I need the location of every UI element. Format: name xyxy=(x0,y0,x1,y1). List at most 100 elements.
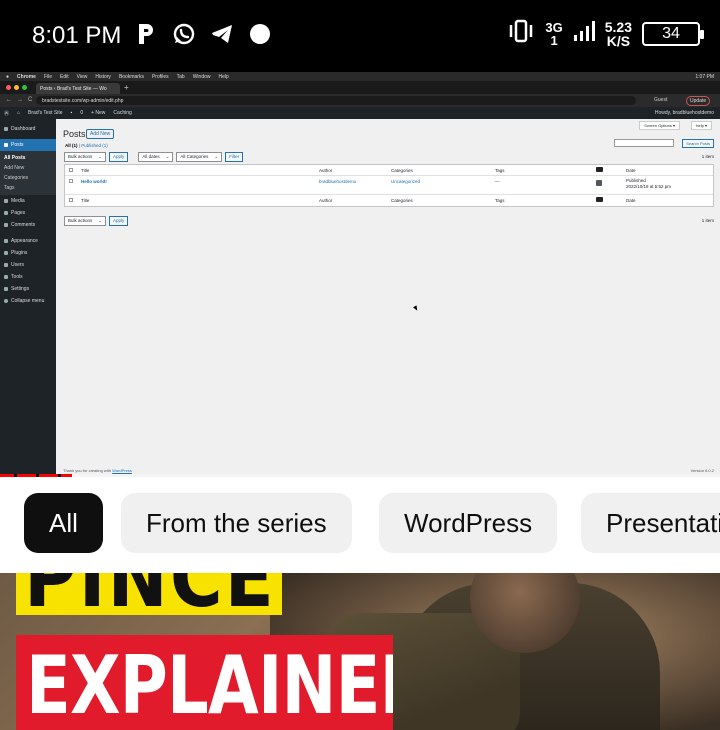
network-type: 3G 1 xyxy=(545,19,563,48)
submenu-add-new: Add New xyxy=(4,165,25,171)
dot-icon xyxy=(248,22,272,46)
close-dot-icon xyxy=(6,85,11,90)
video-thumbnail[interactable]: PINCER EXPLAINED xyxy=(0,573,720,730)
footer-version: Version 6.0.2 xyxy=(690,468,714,473)
post-author: bradbluehostdemo xyxy=(319,179,357,184)
network-speed: 5.23 K/S xyxy=(604,18,632,49)
comment-count: 0 xyxy=(80,110,84,116)
chevron-down-icon: ⌄ xyxy=(214,154,219,159)
mac-menubar: ● Chrome File Edit View History Bookmark… xyxy=(0,72,720,81)
vibrate-icon xyxy=(507,18,535,49)
chevron-down-icon: ⌄ xyxy=(98,154,103,159)
guest-profile: Guest xyxy=(654,97,668,103)
post-status-filters: All (1) | Published (1) xyxy=(65,143,108,148)
menu-dashboard: Dashboard xyxy=(0,123,56,135)
caching-menu: Caching xyxy=(113,110,132,116)
mouse-cursor-icon xyxy=(413,305,419,312)
settings-icon xyxy=(4,287,8,291)
tablenav-bottom: Bulk actions ⌄ Apply xyxy=(64,216,129,226)
comment-bubble-icon xyxy=(596,197,603,203)
menu-collapse: Collapse menu xyxy=(0,295,56,307)
tablenav-top: Bulk actions ⌄ Apply All dates ⌄ All Categ… xyxy=(64,152,244,162)
footer-thanks: Thank you for creating with WordPress xyxy=(63,468,132,473)
submenu-categories: Categories xyxy=(4,175,29,181)
submenu-tags: Tags xyxy=(4,185,15,191)
browser-tab: Posts ‹ Brad's Test Site — Wo xyxy=(36,83,120,94)
video-player[interactable]: ● Chrome File Edit View History Bookmark… xyxy=(0,72,720,477)
browser-tabstrip: Posts ‹ Brad's Test Site — Wo + xyxy=(0,81,720,94)
dashboard-icon xyxy=(4,127,8,131)
telegram-icon xyxy=(210,22,234,46)
window-controls xyxy=(6,85,27,90)
menu-comments: Comments xyxy=(0,219,56,231)
apply-button: Apply xyxy=(109,152,129,162)
help-button: Help ▾ xyxy=(690,121,712,130)
filter-chip-bar: All From the series WordPress Presentati… xyxy=(0,477,720,573)
thumbnail-title-red: EXPLAINED xyxy=(16,635,393,730)
menu-settings: Settings xyxy=(0,283,56,295)
new-tab-icon: + xyxy=(124,83,129,92)
dates-select: All dates ⌄ xyxy=(138,152,174,162)
comment-count-icon xyxy=(596,180,602,187)
menu-media: Media xyxy=(0,195,56,207)
minimize-dot-icon xyxy=(14,85,19,90)
item-count: 1 item xyxy=(701,154,714,159)
bulk-actions-select: Bulk actions ⌄ xyxy=(64,152,107,162)
notification-icons xyxy=(134,22,272,46)
posts-submenu: All Posts Add New Categories Tags xyxy=(0,151,56,195)
select-all-checkbox xyxy=(69,168,73,172)
page-icon xyxy=(4,211,8,215)
filter-button: Filter xyxy=(225,152,244,162)
howdy-user: Howdy, bradbluehostdemo xyxy=(654,110,714,116)
new-menu: + New xyxy=(91,110,106,116)
system-icons: 3G 1 5.23 K/S 34 xyxy=(507,18,704,49)
menubar-clock: 1:07 PM xyxy=(695,73,714,80)
signal-icon xyxy=(573,19,595,48)
home-icon: ⌂ xyxy=(17,110,21,116)
user-icon xyxy=(4,263,8,267)
menu-appearance: Appearance xyxy=(0,235,56,247)
chip-all[interactable]: All xyxy=(24,493,103,553)
menu-pages: Pages xyxy=(0,207,56,219)
comment-bubble-icon xyxy=(596,167,603,173)
comment-icon: ▪ xyxy=(70,110,73,116)
post-category: Uncategorized xyxy=(391,179,421,184)
apply-button-bottom: Apply xyxy=(109,216,129,226)
bulk-actions-select-bottom: Bulk actions ⌄ xyxy=(64,216,107,226)
clock: 8:01 PM xyxy=(32,22,122,49)
browser-toolbar: ←→C bradstestsite.com/wp-admin/edit.php … xyxy=(0,94,720,107)
posts-table: Title Author Categories Tags Date Hello … xyxy=(64,164,714,207)
media-icon xyxy=(4,199,8,203)
table-row: Hello world! bradbluehostdemo Uncategori… xyxy=(65,176,713,195)
pin-icon xyxy=(4,143,8,147)
p-icon xyxy=(134,22,158,46)
menu-plugins: Plugins xyxy=(0,247,56,259)
search-posts-input xyxy=(614,139,674,147)
post-title-link: Hello world! xyxy=(81,179,107,184)
post-tags: — xyxy=(495,179,500,184)
submenu-all-posts: All Posts xyxy=(4,155,26,161)
screen-options-button: Screen Options ▾ xyxy=(639,121,680,130)
zoom-dot-icon xyxy=(22,85,27,90)
table-footer: Title Author Categories Tags Date xyxy=(65,195,713,206)
wrench-icon xyxy=(4,275,8,279)
chip-from-the-series[interactable]: From the series xyxy=(121,493,352,553)
menu-posts: Posts xyxy=(0,139,56,151)
battery-icon: 34 xyxy=(642,21,704,46)
update-button: Update xyxy=(686,96,711,106)
search-posts-button: Search Posts xyxy=(682,139,714,148)
chevron-down-icon: ⌄ xyxy=(98,218,103,223)
row-checkbox xyxy=(69,179,73,183)
plugin-icon xyxy=(4,251,8,255)
select-all-checkbox-bottom xyxy=(69,198,73,202)
menu-users: Users xyxy=(0,259,56,271)
page-title: Posts xyxy=(63,129,86,139)
wp-logo-icon: Ⓦ xyxy=(4,110,10,117)
chip-wordpress[interactable]: WordPress xyxy=(379,493,558,553)
table-header: Title Author Categories Tags Date xyxy=(65,165,713,176)
chip-presentations[interactable]: Presentations xyxy=(581,493,720,553)
whatsapp-icon xyxy=(172,22,196,46)
status-bar: 8:01 PM 3G 1 5.23 K/S 34 xyxy=(0,0,720,72)
collapse-icon xyxy=(4,299,8,303)
site-name: Brad's Test Site xyxy=(28,110,63,116)
